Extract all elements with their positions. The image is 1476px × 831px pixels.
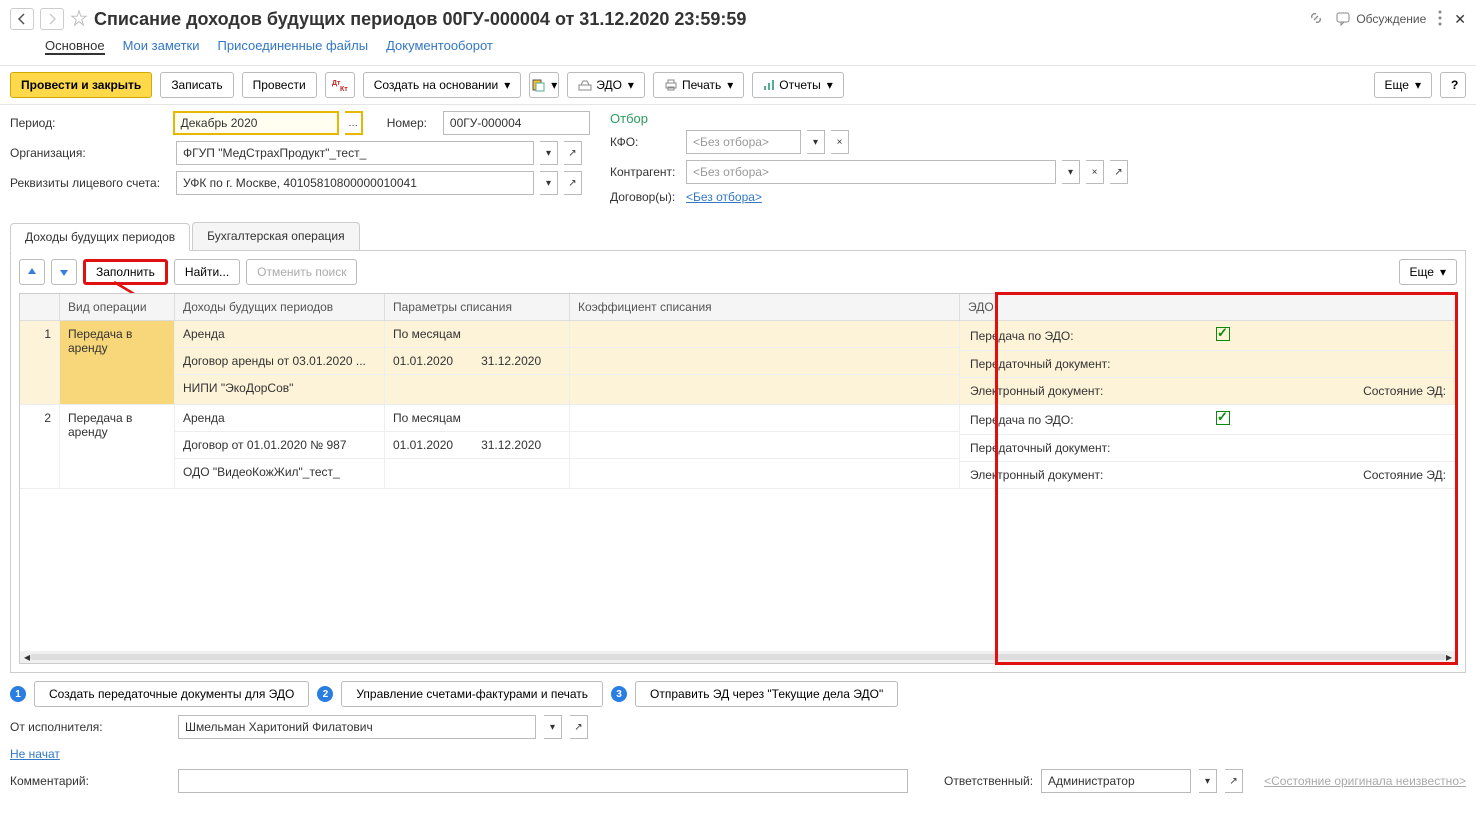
edo-checkbox[interactable] (1216, 411, 1230, 425)
subnav-files[interactable]: Присоединенные файлы (218, 38, 369, 55)
responsible-open-button[interactable]: ↗ (1225, 769, 1243, 793)
col-dbp: Доходы будущих периодов (175, 294, 385, 320)
dtkt-icon-button[interactable]: ДтКт (325, 72, 355, 98)
subnav-docflow[interactable]: Документооборот (386, 38, 493, 55)
tab-acc-op[interactable]: Бухгалтерская операция (192, 222, 359, 250)
tab-dbp[interactable]: Доходы будущих периодов (10, 223, 190, 251)
executor-label: От исполнителя: (10, 720, 170, 734)
contracts-label: Договор(ы): (610, 190, 680, 204)
acc-label: Реквизиты лицевого счета: (10, 176, 170, 190)
move-down-button[interactable] (51, 259, 77, 285)
counterparty-open-button[interactable]: ↗ (1110, 160, 1128, 184)
horizontal-scrollbar[interactable]: ◂▸ (20, 651, 1456, 663)
reports-button[interactable]: Отчеты▾ (752, 72, 844, 98)
org-label: Организация: (10, 146, 170, 160)
counterparty-label: Контрагент: (610, 165, 680, 179)
comment-label: Комментарий: (10, 774, 170, 788)
kfo-field[interactable]: <Без отбора> (686, 130, 801, 154)
acc-field[interactable]: УФК по г. Москве, 40105810800000010041 (176, 171, 534, 195)
org-dropdown-button[interactable]: ▾ (540, 141, 558, 165)
kfo-dropdown-button[interactable]: ▾ (807, 130, 825, 154)
link-icon[interactable] (1308, 10, 1324, 29)
table-row[interactable]: 2 Передача в аренду Аренда Договор от 01… (20, 405, 1456, 489)
table-row[interactable]: 1 Передача в аренду Аренда Договор аренд… (20, 321, 1456, 405)
executor-field[interactable]: Шмельман Харитоний Филатович (178, 715, 536, 739)
counterparty-field[interactable]: <Без отбора> (686, 160, 1056, 184)
col-operation: Вид операции (60, 294, 175, 320)
col-params: Параметры списания (385, 294, 570, 320)
original-state-link[interactable]: <Состояние оригинала неизвестно> (1264, 774, 1466, 788)
subnav-main[interactable]: Основное (45, 38, 105, 55)
favorite-star-icon[interactable] (70, 9, 88, 30)
kfo-label: КФО: (610, 135, 680, 149)
number-label: Номер: (387, 116, 427, 130)
counterparty-clear-button[interactable]: × (1086, 160, 1104, 184)
svg-text:Кт: Кт (340, 86, 348, 92)
step-2-badge: 2 (317, 686, 333, 702)
row-operation: Передача в аренду (60, 321, 175, 404)
responsible-dropdown-button[interactable]: ▾ (1199, 769, 1217, 793)
executor-dropdown-button[interactable]: ▾ (544, 715, 562, 739)
subnav-notes[interactable]: Мои заметки (123, 38, 200, 55)
period-select-button[interactable]: … (345, 111, 363, 135)
executor-open-button[interactable]: ↗ (570, 715, 588, 739)
responsible-field[interactable]: Администратор (1041, 769, 1191, 793)
move-up-button[interactable] (19, 259, 45, 285)
row-number: 2 (20, 405, 60, 488)
period-label: Период: (10, 116, 167, 130)
nav-back-button[interactable] (10, 8, 34, 30)
contracts-link[interactable]: <Без отбора> (686, 190, 762, 204)
col-coef: Коэффициент списания (570, 294, 960, 320)
create-based-button[interactable]: Создать на основании▾ (363, 72, 522, 98)
edo-checkbox[interactable] (1216, 327, 1230, 341)
kfo-clear-button[interactable]: × (831, 130, 849, 154)
step-3-badge: 3 (611, 686, 627, 702)
page-title: Списание доходов будущих периодов 00ГУ-0… (94, 9, 746, 30)
acc-dropdown-button[interactable]: ▾ (540, 171, 558, 195)
step-1-badge: 1 (10, 686, 26, 702)
org-field[interactable]: ФГУП "МедСтрахПродукт"_тест_ (176, 141, 534, 165)
counterparty-dropdown-button[interactable]: ▾ (1062, 160, 1080, 184)
comment-input[interactable] (178, 769, 908, 793)
print-button[interactable]: Печать▾ (653, 72, 744, 98)
discussion-button[interactable]: Обсуждение (1336, 12, 1426, 26)
org-open-button[interactable]: ↗ (564, 141, 582, 165)
responsible-label: Ответственный: (944, 774, 1033, 788)
fill-button[interactable]: Заполнить (83, 259, 168, 285)
post-and-close-button[interactable]: Провести и закрыть (10, 72, 152, 98)
discussion-label: Обсуждение (1356, 12, 1426, 26)
number-field[interactable]: 00ГУ-000004 (443, 111, 590, 135)
manage-invoices-button[interactable]: Управление счетами-фактурами и печать (341, 681, 603, 707)
send-ed-button[interactable]: Отправить ЭД через "Текущие дела ЭДО" (635, 681, 898, 707)
more-button[interactable]: Еще▾ (1374, 72, 1432, 98)
create-transfer-docs-button[interactable]: Создать передаточные документы для ЭДО (34, 681, 309, 707)
help-button[interactable]: ? (1440, 72, 1466, 98)
filter-title: Отбор (610, 111, 1466, 126)
acc-open-button[interactable]: ↗ (564, 171, 582, 195)
col-n (20, 294, 60, 320)
row-operation: Передача в аренду (60, 405, 175, 488)
table-more-button[interactable]: Еще▾ (1399, 259, 1457, 285)
nav-forward-button[interactable] (40, 8, 64, 30)
write-button[interactable]: Записать (160, 72, 233, 98)
kebab-menu-icon[interactable] (1438, 10, 1442, 29)
col-edo: ЭДО (960, 294, 1456, 320)
find-button[interactable]: Найти... (174, 259, 240, 285)
not-started-link[interactable]: Не начат (10, 747, 60, 761)
cancel-find-button[interactable]: Отменить поиск (246, 259, 357, 285)
edo-button[interactable]: ЭДО▾ (567, 72, 645, 98)
period-field[interactable]: Декабрь 2020 (173, 111, 340, 135)
close-icon[interactable]: ✕ (1454, 11, 1466, 28)
post-button[interactable]: Провести (242, 72, 317, 98)
row-number: 1 (20, 321, 60, 404)
paste-icon-button[interactable]: ▾ (529, 72, 559, 98)
